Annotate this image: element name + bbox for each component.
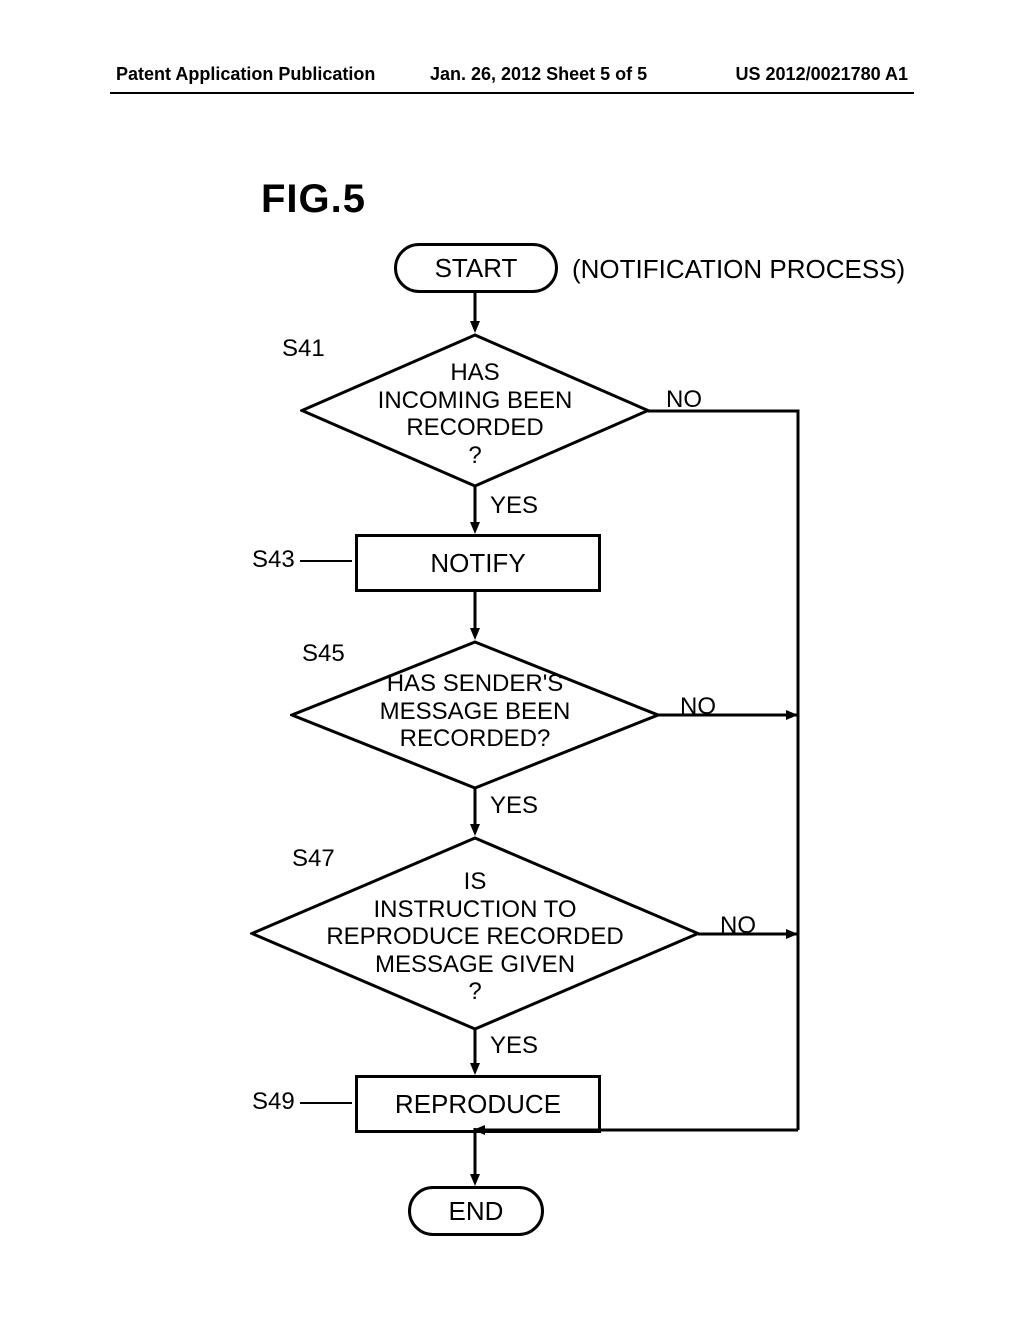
step-ref-s49: S49 xyxy=(252,1088,295,1116)
process-title: (NOTIFICATION PROCESS) xyxy=(572,254,905,285)
figure-label: FIG.5 xyxy=(261,177,366,222)
path-no-s47 xyxy=(698,0,898,1320)
leader-s49 xyxy=(300,1102,352,1104)
terminator-end: END xyxy=(408,1186,544,1236)
arrow-start-s41 xyxy=(470,293,480,333)
step-ref-s41: S41 xyxy=(282,335,325,363)
decision-s47-text: ISINSTRUCTION TOREPRODUCE RECORDEDMESSAG… xyxy=(250,868,700,1006)
path-no-s41 xyxy=(648,0,848,1320)
branch-no-s45: NO xyxy=(680,693,716,721)
branch-yes-s41: YES xyxy=(490,492,538,520)
header-right: US 2012/0021780 A1 xyxy=(736,64,908,85)
decision-s45: HAS SENDER'SMESSAGE BEENRECORDED? xyxy=(290,640,660,790)
process-s43: NOTIFY xyxy=(355,534,601,592)
step-ref-s43: S43 xyxy=(252,546,295,574)
header-rule xyxy=(110,92,914,94)
branch-yes-s47: YES xyxy=(490,1032,538,1060)
arrow-merge-end xyxy=(470,1128,480,1186)
arrow-s43-s45 xyxy=(470,592,480,640)
branch-no-s41: NO xyxy=(666,386,702,414)
branch-yes-s45: YES xyxy=(490,792,538,820)
arrow-s47-s49 xyxy=(470,1029,480,1075)
arrow-s45-s47 xyxy=(470,788,480,836)
header-left: Patent Application Publication xyxy=(116,64,375,85)
page-header: Patent Application Publication Jan. 26, … xyxy=(0,62,1024,92)
branch-no-s47: NO xyxy=(720,912,756,940)
step-ref-s47: S47 xyxy=(292,845,335,873)
arrow-s41-s43 xyxy=(470,486,480,534)
path-no-s45 xyxy=(658,0,858,1320)
path-no-merge xyxy=(473,1125,803,1145)
decision-s41: HASINCOMING BEENRECORDED? xyxy=(300,333,650,488)
decision-s45-text: HAS SENDER'SMESSAGE BEENRECORDED? xyxy=(290,670,660,753)
leader-s43 xyxy=(300,560,352,562)
terminator-start: START xyxy=(394,243,558,293)
step-ref-s45: S45 xyxy=(302,640,345,668)
decision-s41-text: HASINCOMING BEENRECORDED? xyxy=(300,359,650,469)
header-mid: Jan. 26, 2012 Sheet 5 of 5 xyxy=(430,64,647,85)
